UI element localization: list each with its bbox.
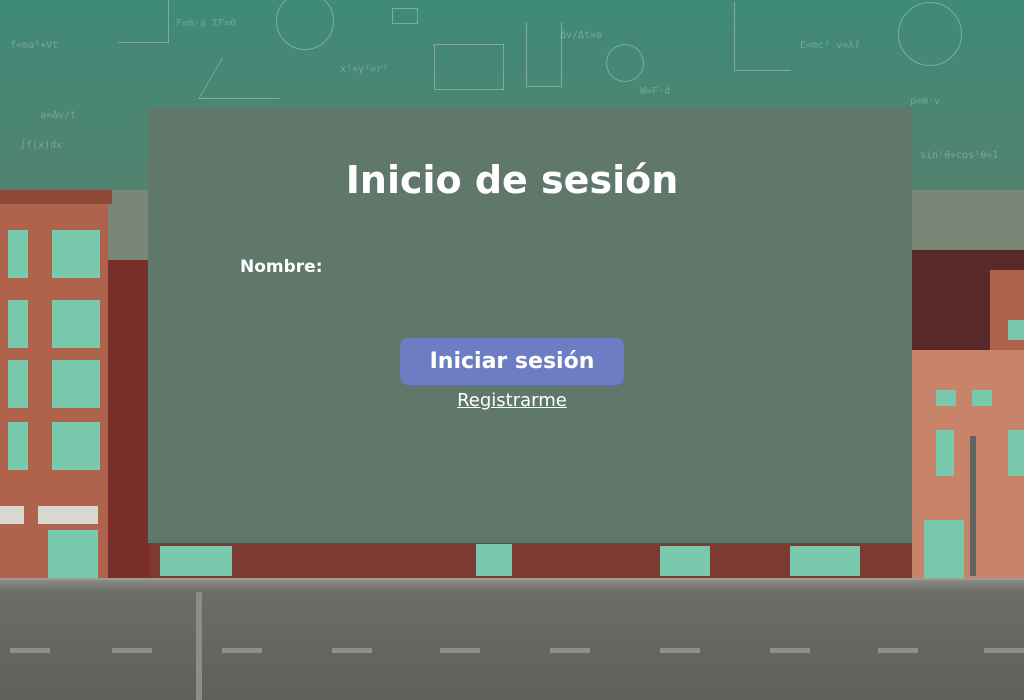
register-link: Registrarme <box>0 390 1024 411</box>
lane-marking <box>10 648 50 653</box>
street <box>0 580 1024 700</box>
lane-marking <box>112 648 152 653</box>
lane-marking <box>222 648 262 653</box>
login-button[interactable]: Iniciar sesión <box>400 338 624 385</box>
lane-marking <box>550 648 590 653</box>
page-title: Inicio de sesión <box>345 158 679 202</box>
lane-marking <box>878 648 918 653</box>
lane-marking <box>984 648 1024 653</box>
name-label: Nombre: <box>240 257 323 277</box>
lane-marking <box>440 648 480 653</box>
lane-marking <box>770 648 810 653</box>
street-pole <box>196 592 202 700</box>
lane-marking <box>660 648 700 653</box>
lane-marking <box>332 648 372 653</box>
register-link-text[interactable]: Registrarme <box>457 390 567 411</box>
